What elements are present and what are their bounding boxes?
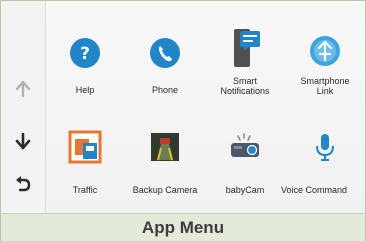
app-tile-smartphone-link[interactable]: Smartphone Link <box>285 1 365 101</box>
back-button[interactable] <box>1 163 45 203</box>
app-grid: ? Help Phone Smart Notifications Smartph… <box>45 1 365 213</box>
phone-icon <box>145 33 185 73</box>
app-tile-help[interactable]: ? Help <box>45 1 125 101</box>
scroll-down-button[interactable] <box>1 121 45 161</box>
back-arrow-icon <box>16 176 31 192</box>
svg-text:?: ? <box>80 44 90 64</box>
smartphone-link-text: Smartphone Link <box>300 76 350 96</box>
device-screen: ? Help Phone Smart Notifications Smartph… <box>1 1 365 213</box>
backup-camera-icon <box>145 127 185 167</box>
app-label-smartphone-link: Smartphone Link <box>277 76 366 96</box>
voice-command-icon <box>305 127 345 167</box>
figure-caption: App Menu <box>1 213 365 241</box>
traffic-icon <box>65 127 105 167</box>
smartphone-link-icon <box>305 31 345 71</box>
nav-column <box>1 1 46 213</box>
app-tile-traffic[interactable]: Traffic <box>45 113 125 213</box>
app-tile-smart-notifications[interactable]: Smart Notifications <box>205 1 285 101</box>
app-tile-babycam[interactable]: babyCam <box>205 113 285 213</box>
app-tile-backup-camera[interactable]: Backup Camera <box>125 113 205 213</box>
babycam-icon <box>225 127 265 167</box>
app-tile-voice-command[interactable]: Voice Command <box>281 113 365 213</box>
app-tile-phone[interactable]: Phone <box>125 1 205 101</box>
app-label-voice-command: Voice Command <box>281 185 348 195</box>
help-icon: ? <box>65 33 105 73</box>
down-arrow-icon <box>15 132 31 150</box>
app-label-babycam: babyCam <box>225 185 265 195</box>
smart-notifications-text: Smart Notifications <box>220 76 270 96</box>
smart-notifications-icon <box>227 27 263 71</box>
up-arrow-icon <box>15 80 31 98</box>
